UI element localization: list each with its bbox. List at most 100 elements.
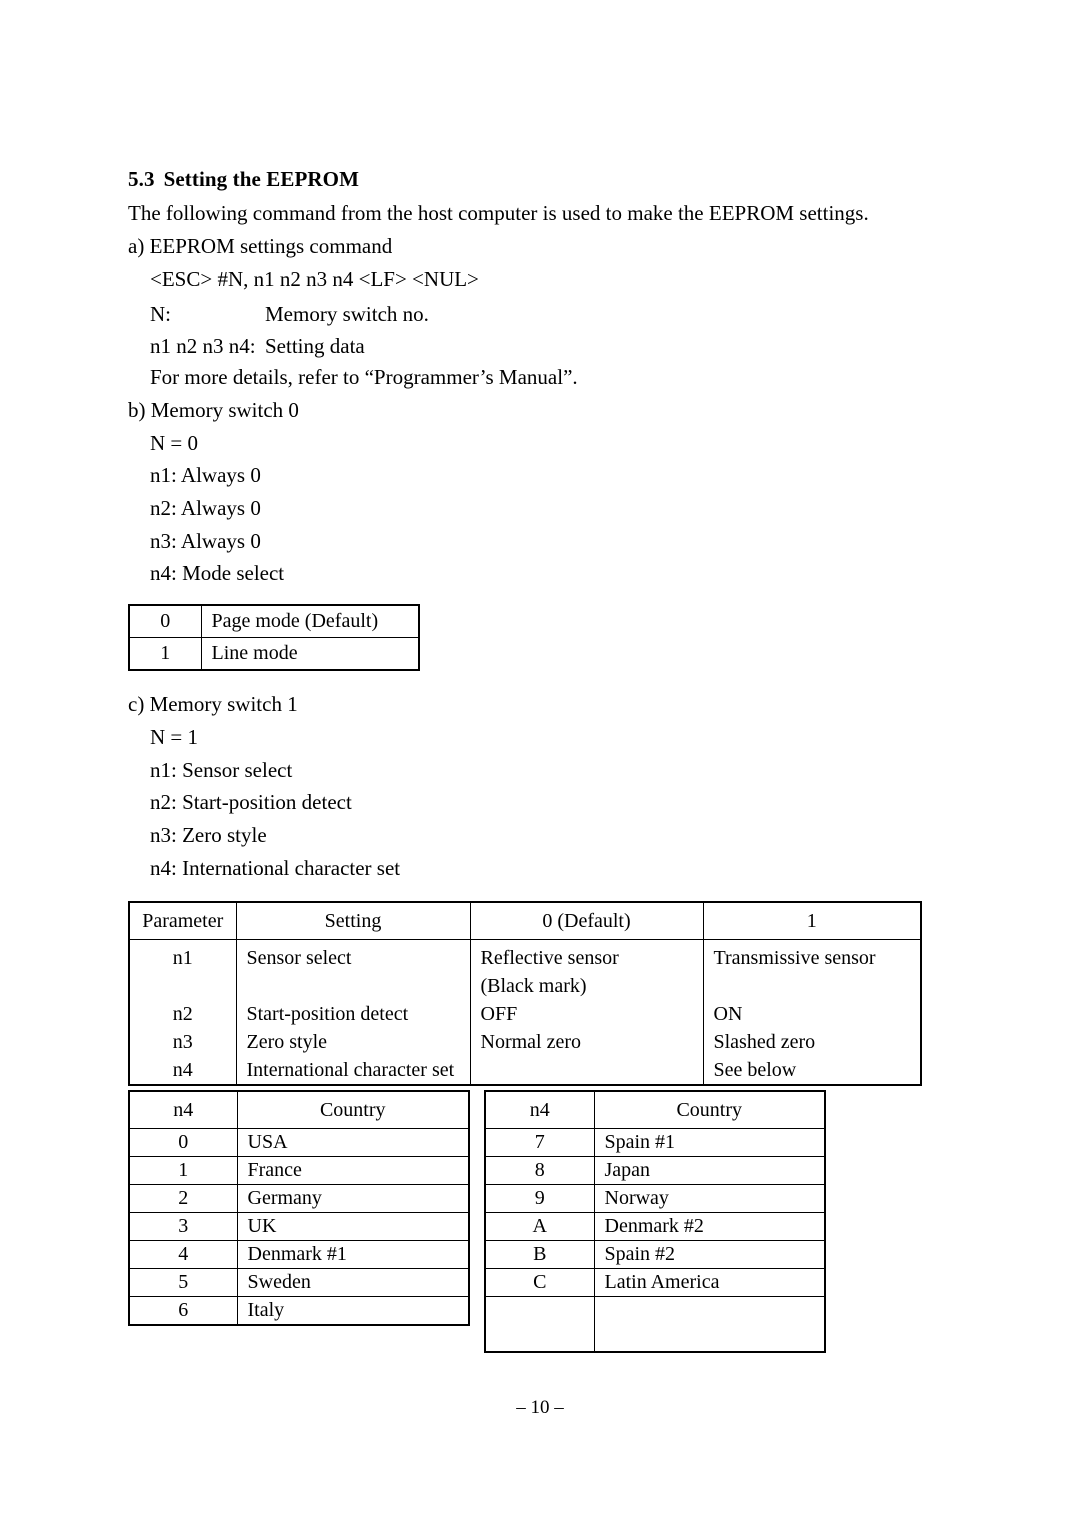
parameter-cell: [130, 972, 236, 1000]
one-value-cell: Transmissive sensor: [713, 947, 876, 969]
default-value-cell: [471, 1056, 703, 1084]
column-header-country: Country: [593, 1090, 826, 1129]
item-b-line-n1: n1: Always 0: [150, 463, 261, 487]
definition-data-label: n1 n2 n3 n4:: [150, 334, 256, 358]
table-row: 9 Norway: [484, 1184, 826, 1213]
table-row: 3 UK: [128, 1212, 470, 1241]
country-name: Japan: [593, 1156, 826, 1185]
column-header-n4: n4: [128, 1090, 238, 1129]
page-title: 5.3 Setting the EEPROM: [128, 167, 359, 192]
country-name: Denmark #2: [593, 1212, 826, 1241]
intro-paragraph: The following command from the host comp…: [128, 201, 869, 225]
country-name: UK: [236, 1212, 470, 1241]
item-a-definition-n: N: Memory switch no.: [150, 302, 429, 327]
table-row: 1 France: [128, 1156, 470, 1185]
column-header-one: 1: [702, 901, 922, 940]
column-header-n4: n4: [484, 1090, 595, 1129]
item-c-line-n4: n4: International character set: [150, 856, 401, 880]
table-row: 5 Sweden: [128, 1268, 470, 1297]
table-row: C Latin America: [484, 1268, 826, 1297]
country-key: 7: [484, 1128, 595, 1157]
one-value-cell: ON: [713, 1003, 743, 1025]
country-key: B: [484, 1240, 595, 1269]
item-b-line-n4: n4: Mode select: [150, 561, 285, 585]
country-name: Italy: [236, 1296, 470, 1326]
table-header-row: n4 Country: [128, 1090, 470, 1129]
country-key: 3: [128, 1212, 238, 1241]
country-name: Latin America: [593, 1268, 826, 1297]
setting-cell: Start-position detect: [246, 1003, 409, 1025]
table-row: 7 Spain #1: [484, 1128, 826, 1157]
country-key: 1: [128, 1156, 238, 1185]
empty-cell: [484, 1296, 595, 1353]
country-key: 2: [128, 1184, 238, 1213]
table-row: A Denmark #2: [484, 1212, 826, 1241]
one-value-cell: [704, 972, 921, 1000]
country-name: Denmark #1: [236, 1240, 470, 1269]
setting-cell: Zero style: [246, 1031, 328, 1053]
country-key: C: [484, 1268, 595, 1297]
mode-key: 1: [128, 637, 202, 671]
one-value-column: Transmissive sensor ON Slashed zero See …: [702, 939, 922, 1086]
document-page: 5.3 Setting the EEPROM The following comm…: [0, 0, 1080, 1528]
parameter-cell: n3: [172, 1031, 193, 1053]
parameter-cell: n1: [172, 947, 193, 969]
section-title: Setting the EEPROM: [163, 167, 360, 191]
definition-data-value: Setting data: [265, 334, 365, 358]
country-name: Germany: [236, 1184, 470, 1213]
table-row: 8 Japan: [484, 1156, 826, 1185]
default-value-column: Reflective sensor (Black mark) OFF Norma…: [469, 939, 704, 1086]
country-name: France: [236, 1156, 470, 1185]
mode-value: Line mode: [200, 637, 420, 671]
default-value-cell: (Black mark): [480, 975, 587, 997]
column-header-setting: Setting: [235, 901, 471, 940]
table-row: 1 Line mode: [128, 637, 420, 671]
item-a-definition-data: n1 n2 n3 n4: Setting data: [150, 334, 365, 359]
column-header-default: 0 (Default): [469, 901, 704, 940]
mode-key: 0: [128, 604, 202, 638]
table-row: 2 Germany: [128, 1184, 470, 1213]
country-name: Sweden: [236, 1268, 470, 1297]
setting-column: Sensor select Start-position detect Zero…: [235, 939, 471, 1086]
item-b-line-n2: n2: Always 0: [150, 496, 261, 520]
country-table-right: n4 Country 7 Spain #1 8 Japan 9 Norway A…: [484, 1090, 826, 1353]
mode-select-table: 0 Page mode (Default) 1 Line mode: [128, 604, 420, 671]
section-number: 5.3: [128, 167, 155, 191]
definition-n-label: N:: [150, 302, 171, 326]
country-name: Spain #2: [593, 1240, 826, 1269]
country-table-left: n4 Country 0 USA 1 France 2 Germany 3 UK…: [128, 1090, 470, 1326]
table-row: 0 USA: [128, 1128, 470, 1157]
table-row: 4 Denmark #1: [128, 1240, 470, 1269]
country-name: USA: [236, 1128, 470, 1157]
default-value-cell: Reflective sensor: [480, 947, 619, 969]
item-b-line-n3: n3: Always 0: [150, 529, 261, 553]
setting-cell: [237, 972, 470, 1000]
item-c-line-n1: n1: Sensor select: [150, 758, 293, 782]
empty-cell: [593, 1296, 826, 1353]
country-key: 4: [128, 1240, 238, 1269]
country-name: Norway: [593, 1184, 826, 1213]
item-b-label: b) Memory switch 0: [128, 398, 299, 422]
table-header-row: Parameter Setting 0 (Default) 1: [128, 901, 922, 940]
one-value-cell: See below: [713, 1059, 797, 1081]
table-row: B Spain #2: [484, 1240, 826, 1269]
table-row: 6 Italy: [128, 1296, 470, 1326]
table-row-empty: [484, 1296, 826, 1353]
parameter-settings-table: Parameter Setting 0 (Default) 1 n1 n2 n3…: [128, 901, 922, 1086]
parameter-cell: n4: [172, 1059, 193, 1081]
column-header-parameter: Parameter: [128, 901, 237, 940]
default-value-cell: OFF: [480, 1003, 518, 1025]
column-header-country: Country: [236, 1090, 470, 1129]
country-key: A: [484, 1212, 595, 1241]
item-a-label: a) EEPROM settings command: [128, 234, 393, 258]
default-value-cell: Normal zero: [480, 1031, 582, 1053]
parameter-cell: n2: [172, 1003, 193, 1025]
table-body-block: n1 n2 n3 n4 Sensor select Start-position…: [128, 939, 922, 1086]
country-name: Spain #1: [593, 1128, 826, 1157]
setting-cell: International character set: [246, 1059, 455, 1081]
item-a-note: For more details, refer to “Programmer’s…: [150, 365, 578, 389]
definition-n-value: Memory switch no.: [265, 302, 429, 326]
table-header-row: n4 Country: [484, 1090, 826, 1129]
setting-cell: Sensor select: [246, 947, 352, 969]
country-key: 9: [484, 1184, 595, 1213]
